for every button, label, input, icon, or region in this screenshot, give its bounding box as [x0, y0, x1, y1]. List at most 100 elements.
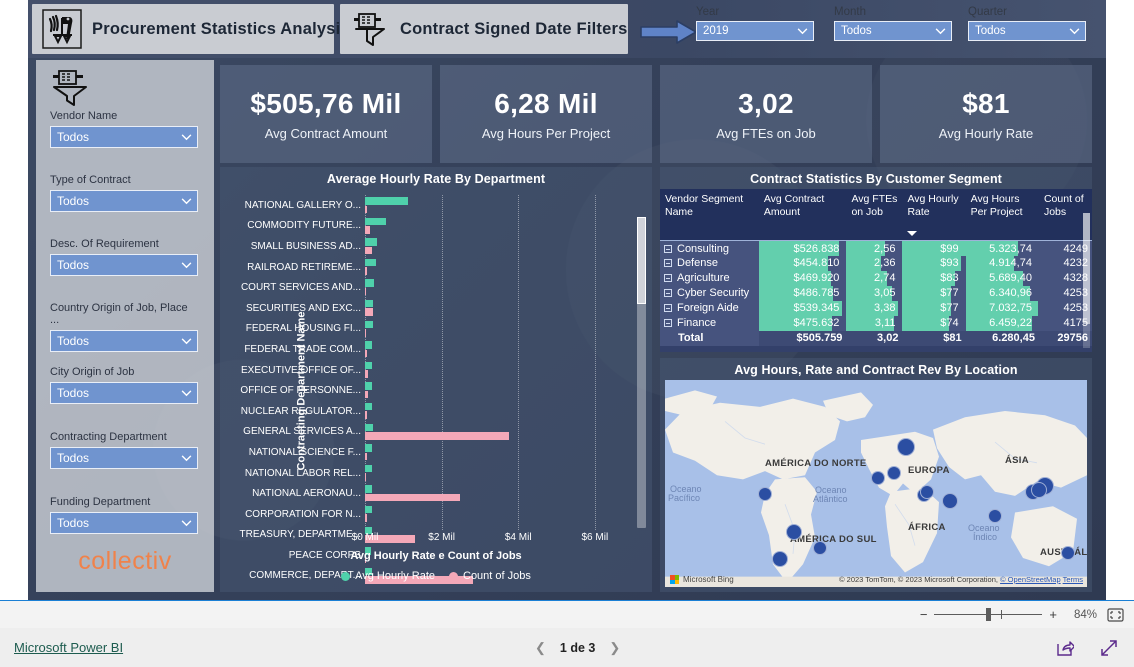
- bar-avg-hourly-rate[interactable]: [365, 402, 372, 411]
- bar-group[interactable]: [365, 380, 614, 401]
- matrix-cell-avg-contract-amount[interactable]: $539.345: [758, 300, 847, 316]
- filter-quarter-dropdown[interactable]: Todos: [968, 21, 1086, 41]
- bar-group[interactable]: [365, 257, 614, 278]
- bar-chart-category-label[interactable]: TREASURY, DEPARTME...: [236, 525, 361, 546]
- bar-avg-hourly-rate[interactable]: [365, 382, 372, 390]
- sidebar-dropdown-type-of-contract[interactable]: Todos: [50, 190, 198, 212]
- matrix-cell-avg-ftes-on-job[interactable]: 2,36: [846, 255, 903, 271]
- expand-icon[interactable]: [664, 274, 672, 283]
- bar-chart-category-label[interactable]: RAILROAD RETIREME...: [236, 257, 361, 278]
- matrix-panel[interactable]: Contract Statistics By Customer Segment …: [660, 167, 1092, 352]
- matrix-row[interactable]: Agriculture $469.920 2,74 $83 5.689,40 4328: [660, 270, 1092, 286]
- matrix-row[interactable]: Defense $454.810 2,36 $93 4.914,74 4232: [660, 255, 1092, 271]
- matrix-table[interactable]: Vendor Segment Name Avg Contract Amount …: [660, 189, 1092, 346]
- matrix-cell-avg-ftes-on-job[interactable]: 3,05: [846, 285, 903, 301]
- map-bubble[interactable]: [813, 541, 827, 555]
- bar-avg-hourly-rate[interactable]: [365, 197, 408, 205]
- map-bubble[interactable]: [1031, 482, 1047, 498]
- bar-group[interactable]: [365, 463, 614, 484]
- matrix-cell-avg-contract-amount[interactable]: $469.920: [758, 270, 847, 286]
- bar-chart-category-label[interactable]: EXECUTIVE OFFICE OF...: [236, 360, 361, 381]
- matrix-cell-avg-contract-amount[interactable]: $486.785: [758, 285, 847, 301]
- expand-icon[interactable]: [664, 319, 672, 328]
- share-icon[interactable]: [1056, 639, 1074, 657]
- bar-count-of-jobs[interactable]: [365, 267, 368, 275]
- bar-avg-hourly-rate[interactable]: [365, 320, 373, 329]
- bar-group[interactable]: [365, 422, 614, 443]
- bar-count-of-jobs[interactable]: [365, 390, 368, 399]
- matrix-cell-avg-hours-per-project[interactable]: 5.323,74: [965, 240, 1039, 256]
- sidebar-dropdown-desc-of-requirement[interactable]: Todos: [50, 254, 198, 276]
- bar-chart-plot-area[interactable]: [365, 195, 614, 584]
- bar-chart-legend[interactable]: Avg Hourly Rate Count of Jobs: [220, 570, 652, 582]
- map-bubble[interactable]: [920, 485, 934, 499]
- legend-item-count-of-jobs[interactable]: Count of Jobs: [449, 570, 531, 582]
- sidebar-dropdown-country-origin[interactable]: Todos: [50, 330, 198, 352]
- bar-count-of-jobs[interactable]: [365, 493, 461, 502]
- matrix-cell-avg-hours-per-project[interactable]: 4.914,74: [965, 255, 1039, 271]
- bar-chart-category-label[interactable]: SMALL BUSINESS AD...: [236, 236, 361, 257]
- matrix-col-avg-hourly-rate[interactable]: Avg Hourly Rate: [902, 189, 966, 242]
- map-bubble[interactable]: [1061, 546, 1075, 560]
- matrix-cell-avg-ftes-on-job[interactable]: 2,74: [846, 270, 903, 286]
- bar-count-of-jobs[interactable]: [365, 329, 367, 337]
- legend-item-avg-hourly-rate[interactable]: Avg Hourly Rate: [341, 570, 435, 582]
- zoom-slider-thumb[interactable]: [986, 608, 992, 621]
- matrix-cell-avg-hours-per-project[interactable]: 7.032,75: [965, 300, 1039, 316]
- bar-group[interactable]: [365, 195, 614, 216]
- filter-month-dropdown[interactable]: Todos: [834, 21, 952, 41]
- map-bubble[interactable]: [887, 466, 901, 480]
- matrix-cell-avg-hourly-rate[interactable]: $93: [902, 255, 966, 271]
- fit-to-page-icon[interactable]: [1107, 607, 1124, 622]
- zoom-slider-group[interactable]: − +: [920, 608, 1057, 621]
- bar-chart-category-label[interactable]: FEDERAL TRADE COM...: [236, 339, 361, 360]
- bar-chart-category-label[interactable]: NATIONAL AERONAU...: [236, 483, 361, 504]
- zoom-in-button[interactable]: +: [1049, 608, 1057, 621]
- matrix-cell-segment-name[interactable]: Agriculture: [660, 270, 759, 286]
- map-bubble[interactable]: [772, 551, 788, 567]
- bar-count-of-jobs[interactable]: [365, 473, 367, 481]
- bar-avg-hourly-rate[interactable]: [365, 258, 377, 267]
- matrix-body[interactable]: Vendor Segment Name Avg Contract Amount …: [660, 189, 1092, 352]
- bar-chart-category-label[interactable]: FEDERAL HOUSING FI...: [236, 319, 361, 340]
- bar-group[interactable]: [365, 277, 614, 298]
- bar-avg-hourly-rate[interactable]: [365, 485, 372, 493]
- bar-avg-hourly-rate[interactable]: [365, 464, 372, 473]
- matrix-cell-avg-hourly-rate[interactable]: $99: [902, 240, 966, 256]
- bar-avg-hourly-rate[interactable]: [365, 444, 372, 452]
- power-bi-link[interactable]: Microsoft Power BI: [14, 640, 123, 655]
- sidebar-dropdown-funding-department[interactable]: Todos: [50, 512, 198, 534]
- matrix-cell-avg-hours-per-project[interactable]: 5.689,40: [965, 270, 1039, 286]
- bar-chart-scrollbar[interactable]: [637, 217, 646, 528]
- bar-chart-category-label[interactable]: COMMODITY FUTURE...: [236, 216, 361, 237]
- bar-avg-hourly-rate[interactable]: [365, 505, 372, 514]
- bar-count-of-jobs[interactable]: [365, 411, 368, 419]
- bar-count-of-jobs[interactable]: [365, 514, 367, 522]
- sidebar-dropdown-city-origin[interactable]: Todos: [50, 382, 198, 404]
- sidebar-dropdown-contracting-department[interactable]: Todos: [50, 447, 198, 469]
- bar-count-of-jobs[interactable]: [365, 349, 367, 358]
- bar-count-of-jobs[interactable]: [365, 308, 373, 316]
- bar-group[interactable]: [365, 339, 614, 360]
- map-bubble[interactable]: [786, 524, 802, 540]
- matrix-scrollbar[interactable]: [1083, 213, 1090, 348]
- matrix-col-avg-ftes-on-job[interactable]: Avg FTEs on Job: [846, 189, 903, 242]
- sidebar-dropdown-vendor-name[interactable]: Todos: [50, 126, 198, 148]
- bar-chart-category-label[interactable]: OFFICE OF PERSONNE...: [236, 380, 361, 401]
- scrollbar-thumb[interactable]: [637, 217, 646, 305]
- matrix-cell-avg-ftes-on-job[interactable]: 2,56: [846, 240, 903, 256]
- matrix-cell-avg-hourly-rate[interactable]: $77: [902, 300, 966, 316]
- zoom-out-button[interactable]: −: [920, 608, 928, 621]
- matrix-col-avg-hours-per-project[interactable]: Avg Hours Per Project: [965, 189, 1039, 242]
- terms-link[interactable]: Terms: [1063, 575, 1083, 584]
- matrix-cell-avg-contract-amount[interactable]: $454.810: [758, 255, 847, 271]
- bar-avg-hourly-rate[interactable]: [365, 238, 378, 246]
- bar-group[interactable]: [365, 442, 614, 463]
- bar-avg-hourly-rate[interactable]: [365, 299, 374, 308]
- map-bubble[interactable]: [897, 438, 915, 456]
- bar-count-of-jobs[interactable]: [365, 246, 372, 255]
- bar-group[interactable]: [365, 319, 614, 340]
- matrix-cell-segment-name[interactable]: Finance: [660, 315, 759, 331]
- bar-chart-category-label[interactable]: SECURITIES AND EXC...: [236, 298, 361, 319]
- fullscreen-icon[interactable]: [1100, 639, 1118, 657]
